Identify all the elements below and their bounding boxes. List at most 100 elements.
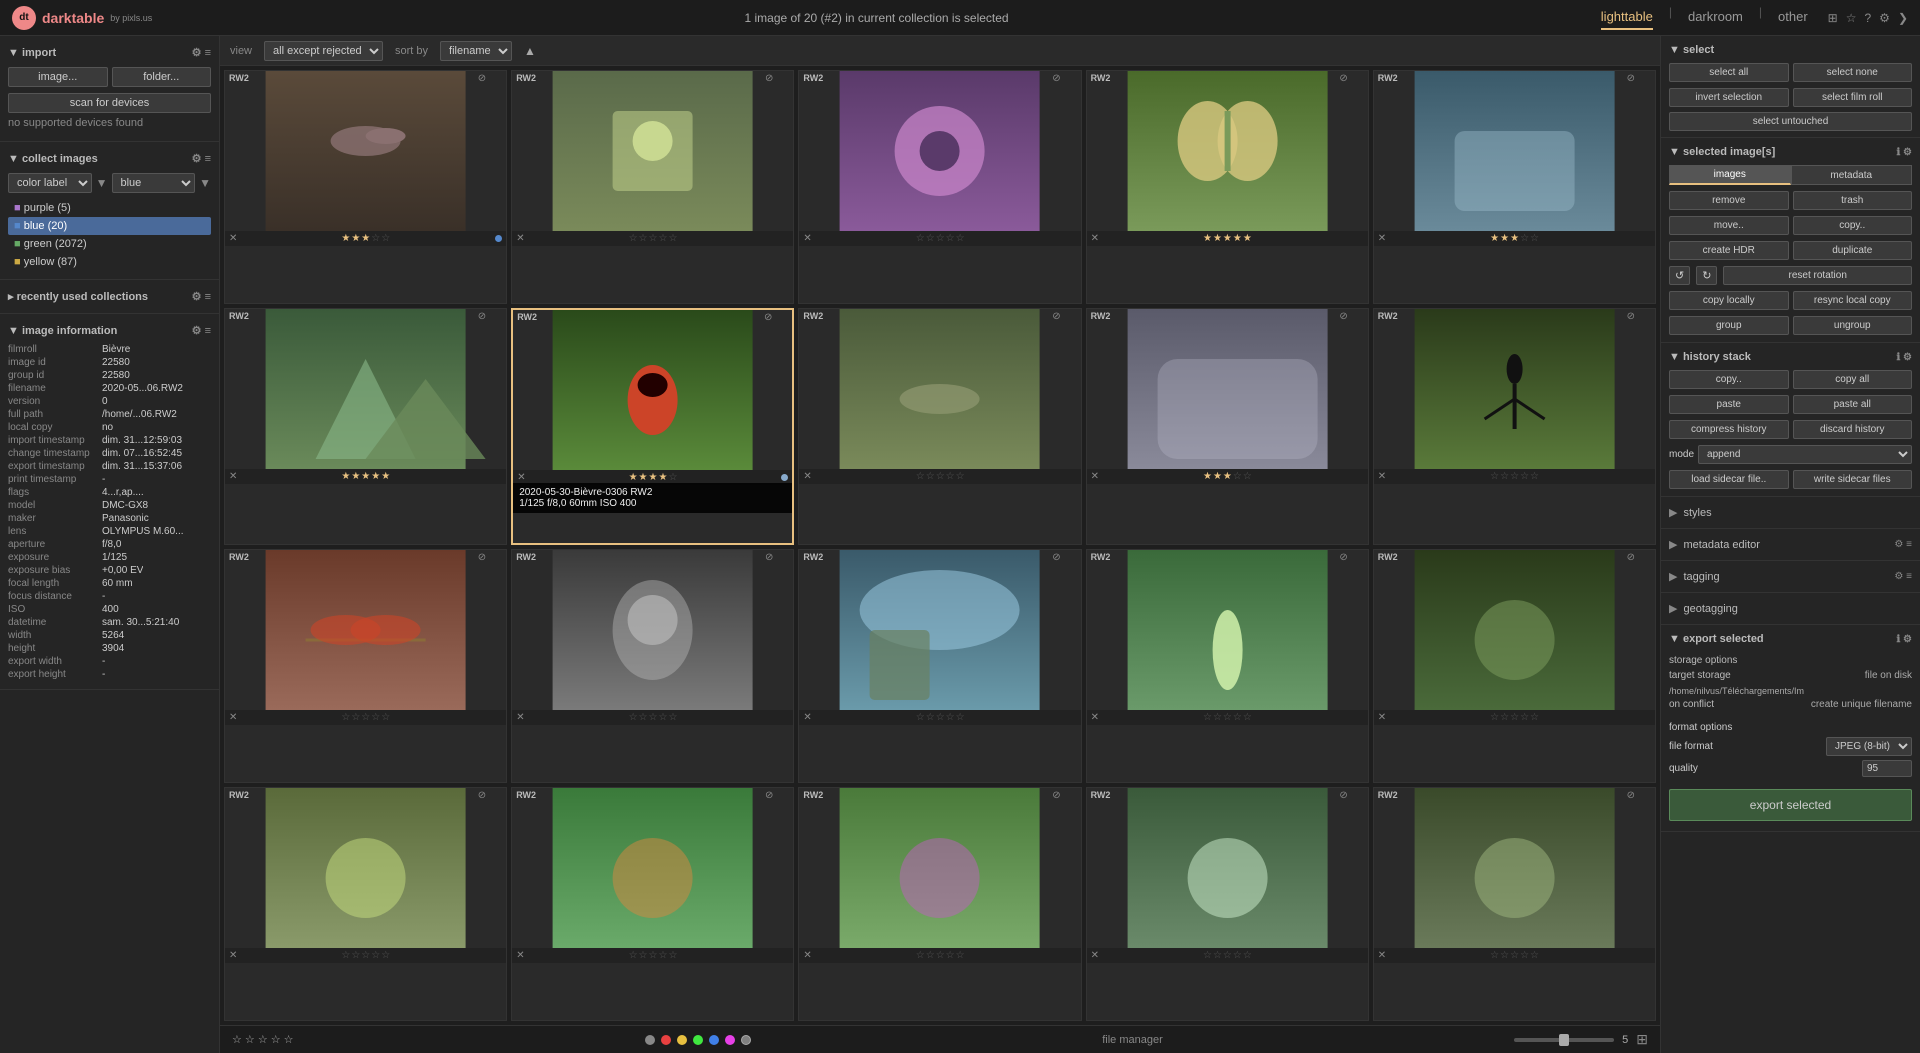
star-rating[interactable]: ☆☆☆☆☆ bbox=[1203, 950, 1253, 961]
star-rating[interactable]: ★★★☆☆ bbox=[1203, 471, 1253, 482]
close-icon[interactable]: ✕ bbox=[229, 233, 237, 244]
image-cell[interactable]: RW2 ⊘ ✕ ★★★☆☆ bbox=[1373, 70, 1656, 304]
image-cell[interactable]: RW2 ⊘ ✕ ☆☆☆☆☆ bbox=[798, 549, 1081, 783]
zoom-slider[interactable] bbox=[1514, 1038, 1614, 1042]
star-rating[interactable]: ★★★★☆ bbox=[629, 472, 679, 483]
image-cell[interactable]: RW2 ⊘ ✕ ★★★☆☆ bbox=[224, 70, 507, 304]
image-cell[interactable]: RW2 ⊘ ✕ ☆☆☆☆☆ bbox=[798, 308, 1081, 544]
star-rating[interactable]: ★★★★★ bbox=[341, 471, 391, 482]
paste-all-history-button[interactable]: paste all bbox=[1793, 395, 1913, 414]
copy-locally-button[interactable]: copy locally bbox=[1669, 291, 1789, 310]
duplicate-button[interactable]: duplicate bbox=[1793, 241, 1913, 260]
close-icon[interactable]: ✕ bbox=[229, 471, 237, 482]
filter-field-select[interactable]: color label bbox=[8, 173, 92, 193]
grid-icon[interactable]: ⊞ bbox=[1828, 11, 1838, 25]
trash-button[interactable]: trash bbox=[1793, 191, 1913, 210]
star-rating[interactable]: ☆☆☆☆☆ bbox=[1490, 471, 1540, 482]
bottom-rating-stars[interactable]: ☆ ☆ ☆ ☆ ☆ bbox=[232, 1033, 294, 1046]
color-dot-uncol[interactable] bbox=[741, 1035, 751, 1045]
color-tag-yellow[interactable]: ■ yellow (87) bbox=[8, 253, 211, 271]
close-icon[interactable]: ✕ bbox=[229, 712, 237, 723]
scan-devices-button[interactable]: scan for devices bbox=[8, 93, 211, 113]
close-icon[interactable]: ✕ bbox=[1378, 712, 1386, 723]
close-icon[interactable]: ✕ bbox=[1091, 950, 1099, 961]
settings-icon[interactable]: ⚙ bbox=[1879, 11, 1890, 25]
close-icon[interactable]: ✕ bbox=[1378, 950, 1386, 961]
import-header[interactable]: ▼ import ⚙ ≡ bbox=[0, 42, 219, 63]
ungroup-button[interactable]: ungroup bbox=[1793, 316, 1913, 335]
star-rating[interactable]: ☆☆☆☆☆ bbox=[1490, 950, 1540, 961]
select-untouched-button[interactable]: select untouched bbox=[1669, 112, 1912, 131]
export-selected-button[interactable]: export selected bbox=[1669, 789, 1912, 821]
star-icon[interactable]: ☆ bbox=[1846, 11, 1857, 25]
reset-rotation-button[interactable]: reset rotation bbox=[1723, 266, 1912, 285]
star-rating[interactable]: ☆☆☆☆☆ bbox=[341, 712, 391, 723]
remove-button[interactable]: remove bbox=[1669, 191, 1789, 210]
copy-history-button[interactable]: copy.. bbox=[1669, 370, 1789, 389]
folder-import-button[interactable]: folder... bbox=[112, 67, 212, 87]
export-header[interactable]: ▼ export selected ℹ ⚙ bbox=[1661, 629, 1920, 649]
image-cell[interactable]: RW2 ⊘ ✕ ☆☆☆☆☆ bbox=[511, 70, 794, 304]
close-icon[interactable]: ✕ bbox=[1091, 233, 1099, 244]
image-cell[interactable]: RW2 ⊘ ✕ ☆☆☆☆☆ bbox=[224, 549, 507, 783]
history-mode-select[interactable]: append bbox=[1698, 445, 1912, 464]
color-dot-yellow[interactable] bbox=[677, 1035, 687, 1045]
image-cell[interactable]: RW2 ⊘ ✕ ☆☆☆☆☆ bbox=[1086, 549, 1369, 783]
styles-header[interactable]: ▶ styles bbox=[1661, 501, 1920, 524]
select-film-roll-button[interactable]: select film roll bbox=[1793, 88, 1913, 107]
close-icon[interactable]: ✕ bbox=[803, 950, 811, 961]
tagging-header[interactable]: ▶ tagging ⚙ ≡ bbox=[1661, 565, 1920, 588]
star-rating[interactable]: ☆☆☆☆☆ bbox=[341, 950, 391, 961]
discard-history-button[interactable]: discard history bbox=[1793, 420, 1913, 439]
close-icon[interactable]: ✕ bbox=[803, 712, 811, 723]
chevron-icon[interactable]: ❯ bbox=[1898, 11, 1908, 25]
select-none-button[interactable]: select none bbox=[1793, 63, 1913, 82]
resync-local-button[interactable]: resync local copy bbox=[1793, 291, 1913, 310]
tab-other[interactable]: other bbox=[1778, 5, 1808, 30]
star-rating[interactable]: ☆☆☆☆☆ bbox=[916, 233, 966, 244]
close-icon[interactable]: ✕ bbox=[516, 712, 524, 723]
copy-all-history-button[interactable]: copy all bbox=[1793, 370, 1913, 389]
load-sidecar-button[interactable]: load sidecar file.. bbox=[1669, 470, 1789, 489]
quality-input[interactable] bbox=[1862, 760, 1912, 777]
star-rating[interactable]: ☆☆☆☆☆ bbox=[1203, 712, 1253, 723]
color-tag-blue[interactable]: ■ blue (20) bbox=[8, 217, 211, 235]
close-icon[interactable]: ✕ bbox=[1378, 471, 1386, 482]
image-cell[interactable]: RW2 ⊘ ✕ ★★★★★ bbox=[1086, 70, 1369, 304]
collect-header[interactable]: ▼ collect images ⚙ ≡ bbox=[0, 148, 219, 169]
invert-selection-button[interactable]: invert selection bbox=[1669, 88, 1789, 107]
sort-field-select[interactable]: filename bbox=[440, 41, 512, 61]
tab-darkroom[interactable]: darkroom bbox=[1688, 5, 1743, 30]
select-header[interactable]: ▼ select bbox=[1661, 40, 1920, 60]
star-rating[interactable]: ★★★☆☆ bbox=[341, 233, 391, 244]
star-rating[interactable]: ☆☆☆☆☆ bbox=[916, 712, 966, 723]
history-header[interactable]: ▼ history stack ℹ ⚙ bbox=[1661, 347, 1920, 367]
image-cell[interactable]: RW2 ⊘ ✕ ☆☆☆☆☆ bbox=[1373, 549, 1656, 783]
write-sidecar-button[interactable]: write sidecar files bbox=[1793, 470, 1913, 489]
star-rating[interactable]: ☆☆☆☆☆ bbox=[916, 950, 966, 961]
image-import-button[interactable]: image... bbox=[8, 67, 108, 87]
close-icon[interactable]: ✕ bbox=[229, 950, 237, 961]
star-rating[interactable]: ★★★★★ bbox=[1203, 233, 1253, 244]
star-rating[interactable]: ★★★☆☆ bbox=[1490, 233, 1540, 244]
image-cell[interactable]: RW2 ⊘ ✕ ☆☆☆☆☆ bbox=[511, 549, 794, 783]
compress-history-button[interactable]: compress history bbox=[1669, 420, 1789, 439]
image-cell[interactable]: RW2 ⊘ ✕ ★★★☆☆ bbox=[1086, 308, 1369, 544]
image-cell[interactable]: RW2 ⊘ ✕ ☆☆☆☆☆ bbox=[1373, 308, 1656, 544]
color-dot-red[interactable] bbox=[661, 1035, 671, 1045]
image-cell[interactable]: RW2 ⊘ ✕ ☆☆☆☆☆ bbox=[1086, 787, 1369, 1021]
rotate-ccw-button[interactable]: ↺ bbox=[1669, 266, 1690, 285]
star-rating[interactable]: ☆☆☆☆☆ bbox=[1490, 712, 1540, 723]
star-rating[interactable]: ☆☆☆☆☆ bbox=[629, 233, 679, 244]
move-button[interactable]: move.. bbox=[1669, 216, 1789, 235]
view-filter-select[interactable]: all except rejected bbox=[264, 41, 383, 61]
zoom-icon[interactable]: ⊞ bbox=[1636, 1031, 1648, 1048]
color-tag-purple[interactable]: ■ purple (5) bbox=[8, 199, 211, 217]
paste-history-button[interactable]: paste bbox=[1669, 395, 1789, 414]
rotate-cw-button[interactable]: ↻ bbox=[1696, 266, 1717, 285]
copy-button[interactable]: copy.. bbox=[1793, 216, 1913, 235]
file-format-select[interactable]: JPEG (8-bit) bbox=[1826, 737, 1912, 756]
sort-direction-icon[interactable]: ▲ bbox=[524, 44, 536, 58]
close-icon[interactable]: ✕ bbox=[516, 233, 524, 244]
image-cell[interactable]: RW2 ⊘ ✕ ★★★★★ bbox=[224, 308, 507, 544]
